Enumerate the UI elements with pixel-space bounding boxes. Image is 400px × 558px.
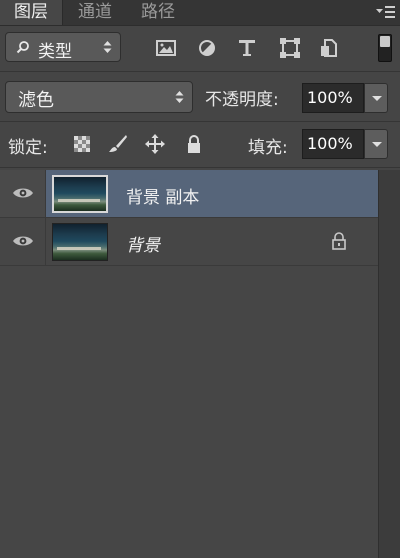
brush-icon[interactable] [108, 134, 128, 154]
chevron-down-icon [372, 96, 382, 101]
layer-row[interactable]: 背景 [0, 218, 378, 266]
layer-row[interactable]: 背景 副本 [0, 170, 378, 218]
layers-list: 背景 副本 背景 [0, 170, 378, 558]
layer-visibility-toggle[interactable] [0, 170, 46, 217]
fill-input[interactable]: 100% [302, 129, 364, 159]
blend-mode-select[interactable]: 滤色 [5, 81, 193, 113]
fill-label: 填充: [248, 138, 288, 158]
panel-menu-icon[interactable] [374, 3, 396, 21]
eye-icon [13, 188, 33, 198]
search-icon [16, 41, 29, 54]
filter-toggle-switch[interactable] [378, 34, 392, 62]
layer-thumbnail[interactable] [52, 175, 108, 213]
tab-paths[interactable]: 路径 [127, 0, 189, 25]
divider [0, 121, 400, 122]
eye-icon [13, 236, 33, 246]
adjustment-layer-filter-icon[interactable] [196, 38, 218, 58]
layer-name[interactable]: 背景 副本 [126, 183, 199, 208]
divider [0, 167, 400, 168]
thumbnail-image-detail [58, 198, 100, 202]
tab-channels[interactable]: 通道 [63, 0, 127, 25]
opacity-input[interactable]: 100% [302, 83, 364, 113]
layer-lock-icon [332, 232, 346, 250]
opacity-label: 不透明度: [205, 90, 279, 110]
opacity-dropdown-button[interactable] [364, 83, 388, 113]
updown-arrows-icon [103, 41, 112, 53]
filter-type-select[interactable]: 类型 [5, 32, 121, 62]
chevron-down-icon [372, 142, 382, 147]
divider [0, 71, 400, 72]
updown-arrows-icon [175, 91, 184, 103]
move-icon[interactable] [145, 134, 165, 154]
layer-name[interactable]: 背景 [126, 231, 160, 256]
layers-panel: 图层 通道 路径 类型 滤色 不透明度: 100% 锁定: 填充: 100% 背… [0, 0, 400, 558]
blend-mode-label: 滤色 [18, 90, 54, 111]
filter-type-label: 类型 [38, 42, 72, 62]
layer-filter-row: 类型 [0, 30, 400, 66]
layer-visibility-toggle[interactable] [0, 218, 46, 265]
fill-dropdown-button[interactable] [364, 129, 388, 159]
type-layer-filter-icon[interactable] [236, 38, 258, 58]
panel-tab-bar: 图层 通道 路径 [0, 0, 400, 26]
tab-layers[interactable]: 图层 [0, 0, 63, 25]
layers-scrollbar[interactable] [378, 170, 400, 558]
filter-toggle-knob [380, 36, 390, 47]
lock-label: 锁定: [8, 138, 48, 158]
thumbnail-image-detail [57, 247, 101, 251]
layer-thumbnail[interactable] [52, 223, 108, 261]
lock-transparent-pixels-icon[interactable] [72, 134, 92, 154]
shape-layer-filter-icon[interactable] [279, 38, 301, 58]
lock-icon[interactable] [184, 134, 204, 154]
smart-object-filter-icon[interactable] [319, 38, 341, 58]
pixel-layer-filter-icon[interactable] [155, 38, 177, 58]
